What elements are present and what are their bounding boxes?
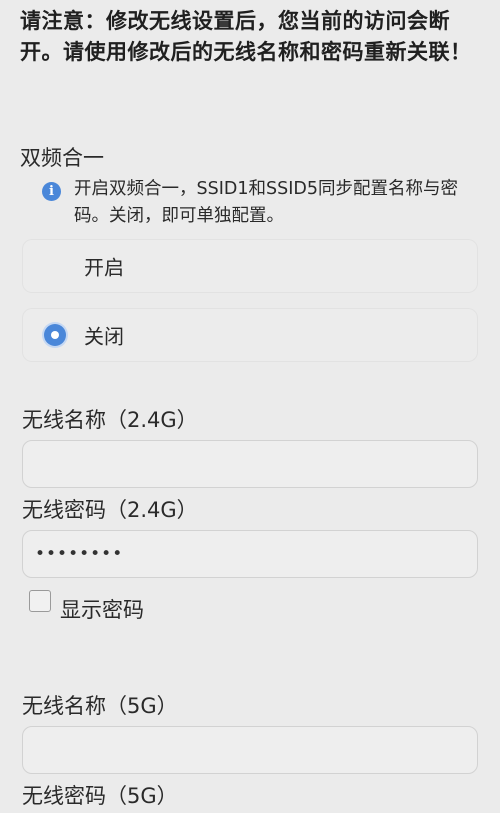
dual-band-option-off[interactable]: 关闭 [22,308,478,362]
warning-message: 请注意：修改无线设置后，您当前的访问会断开。请使用修改后的无线名称和密码重新关联… [20,9,472,64]
show-password-checkbox[interactable] [29,590,51,612]
password-5g-label: 无线密码（5G） [22,784,178,808]
option-label: 关闭 [84,324,124,349]
password-24g-input[interactable] [22,530,478,578]
ssid-24g-input[interactable] [22,440,478,488]
radio-selected-icon[interactable] [44,324,66,346]
ssid-24g-label: 无线名称（2.4G） [22,408,198,432]
show-password-label: 显示密码 [60,598,144,622]
ssid-5g-label: 无线名称（5G） [22,694,178,718]
ssid-5g-input[interactable] [22,726,478,774]
info-icon: i [42,182,61,201]
dual-band-option-on[interactable]: 开启 [22,239,478,293]
dual-band-info-text: 开启双频合一，SSID1和SSID5同步配置名称与密码。关闭，即可单独配置。 [74,179,458,226]
dual-band-title: 双频合一 [20,146,104,170]
option-label: 开启 [84,255,124,280]
password-24g-label: 无线密码（2.4G） [22,498,198,522]
